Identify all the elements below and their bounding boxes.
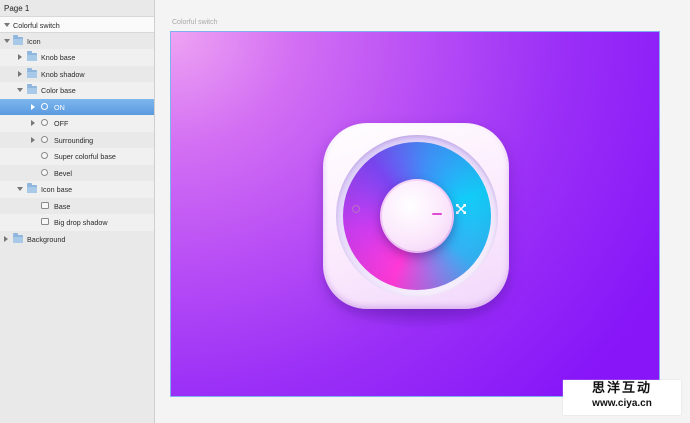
folder-icon <box>27 51 37 61</box>
page-selector[interactable]: Page 1 <box>4 4 29 13</box>
layer-label: Super colorful base <box>54 152 116 161</box>
rectangle-icon <box>41 201 49 209</box>
folder-icon <box>27 183 37 193</box>
watermark: 思洋互动 www.ciya.cn <box>563 380 681 415</box>
layer-row-background[interactable]: Background <box>0 230 154 247</box>
layer-row-bevel[interactable]: Bevel <box>0 164 154 181</box>
layer-label: Icon <box>27 36 41 46</box>
disclosure-right-icon[interactable] <box>31 120 35 126</box>
layer-row-icon[interactable]: Icon <box>0 32 154 49</box>
disclosure-down-icon[interactable] <box>17 88 23 92</box>
layer-tree: Colorful switch Icon Knob base Knob shad… <box>0 16 154 247</box>
layer-label: Surrounding <box>54 135 94 145</box>
on-indicator-icon <box>456 204 466 214</box>
layer-label: Knob shadow <box>41 69 85 79</box>
layer-row-surrounding[interactable]: Surrounding <box>0 131 154 148</box>
surrounding-ring <box>336 135 498 297</box>
rectangle-icon <box>41 218 49 225</box>
layer-label: Big drop shadow <box>54 218 108 227</box>
disclosure-right-icon[interactable] <box>31 103 35 110</box>
folder-icon <box>13 232 23 243</box>
layer-label: Knob base <box>41 53 76 62</box>
disclosure-right-icon[interactable] <box>18 54 22 60</box>
knob-indicator-icon <box>432 213 442 215</box>
layer-label: Bevel <box>54 168 72 178</box>
bevel <box>380 179 454 253</box>
disclosure-right-icon[interactable] <box>4 235 8 242</box>
disclosure-down-icon[interactable] <box>4 38 10 43</box>
artboard[interactable] <box>170 31 660 397</box>
layer-label: Base <box>54 201 71 211</box>
knob[interactable] <box>382 181 452 251</box>
layer-label: OFF <box>54 119 69 128</box>
folder-icon <box>13 34 23 45</box>
icon-base[interactable] <box>323 123 509 309</box>
layer-row-base[interactable]: Base <box>0 197 154 214</box>
layer-label: Colorful switch <box>13 21 60 30</box>
layer-label: Background <box>27 234 66 244</box>
layer-row-big-drop-shadow[interactable]: Big drop shadow <box>0 214 154 231</box>
folder-icon <box>27 67 37 78</box>
layer-row-icon-base[interactable]: Icon base <box>0 181 154 198</box>
oval-icon <box>41 168 48 176</box>
layers-sidebar: Page 1 Colorful switch Icon Knob base Kn… <box>0 0 155 423</box>
layer-label: ON <box>54 102 65 112</box>
disclosure-right-icon[interactable] <box>18 70 22 77</box>
disclosure-down-icon[interactable] <box>17 187 23 191</box>
watermark-text: 思洋互动 <box>591 381 652 396</box>
oval-group-icon <box>41 102 48 110</box>
layer-label: Color base <box>41 86 76 95</box>
layer-label: Icon base <box>41 185 73 194</box>
artboard-title[interactable]: Colorful switch <box>172 19 218 26</box>
layer-row-on[interactable]: ON <box>0 98 154 115</box>
off-indicator-icon <box>352 205 360 213</box>
layer-row-knob-base[interactable]: Knob base <box>0 49 154 66</box>
oval-icon <box>41 152 48 159</box>
watermark-url: www.ciya.cn <box>592 398 652 409</box>
oval-group-icon <box>41 135 48 143</box>
folder-icon <box>27 84 37 94</box>
layer-row-color-base[interactable]: Color base <box>0 82 154 99</box>
layer-row-knob-shadow[interactable]: Knob shadow <box>0 65 154 82</box>
disclosure-right-icon[interactable] <box>31 136 35 143</box>
layer-row-super-colorful-base[interactable]: Super colorful base <box>0 148 154 165</box>
disclosure-down-icon[interactable] <box>4 23 10 27</box>
layer-row-colorful-switch[interactable]: Colorful switch <box>0 16 154 33</box>
oval-group-icon <box>41 119 48 126</box>
layer-row-off[interactable]: OFF <box>0 115 154 132</box>
